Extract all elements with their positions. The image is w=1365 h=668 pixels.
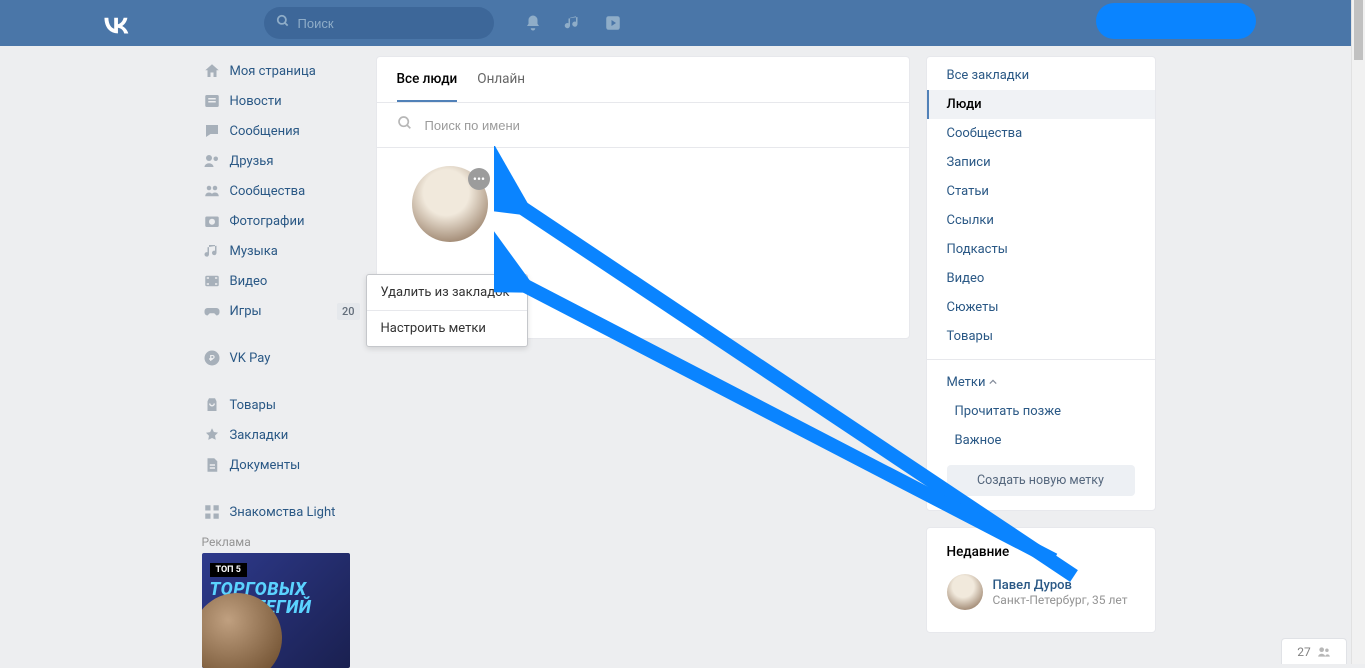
category-item[interactable]: Сообщества [927, 119, 1155, 148]
nav-badge: 20 [337, 303, 360, 320]
video-icon [202, 271, 222, 291]
create-new-label-button[interactable]: Создать новую метку [947, 465, 1135, 496]
home-icon [202, 61, 222, 81]
nav-label: Закладки [230, 428, 289, 443]
category-item[interactable]: Подкасты [927, 235, 1155, 264]
recent-item[interactable]: Павел ДуровСанкт-Петербург, 35 лет [927, 566, 1155, 618]
tab-online[interactable]: Онлайн [477, 57, 525, 102]
chevron-up-icon [989, 375, 997, 390]
category-item[interactable]: Ссылки [927, 206, 1155, 235]
nav-friends[interactable]: Друзья [196, 146, 360, 176]
configure-labels[interactable]: Настроить метки [367, 310, 527, 346]
nav-label: Фотографии [230, 214, 305, 229]
nav-home[interactable]: Моя страница [196, 56, 360, 86]
recent-panel: Недавние Павел ДуровСанкт-Петербург, 35 … [926, 527, 1156, 633]
metki-header[interactable]: Метки [927, 368, 1155, 397]
nav-label: Друзья [230, 154, 274, 169]
bell-icon[interactable] [524, 14, 542, 32]
category-item[interactable]: Все закладки [927, 61, 1155, 90]
scrollbar-thumb[interactable] [1354, 0, 1363, 60]
nav-music[interactable]: Музыка [196, 236, 360, 266]
search-icon [276, 14, 290, 32]
nav-label: Сообщения [230, 124, 300, 139]
category-item[interactable]: Сюжеты [927, 293, 1155, 322]
category-item[interactable]: Товары [927, 322, 1155, 351]
nav-games[interactable]: Игры 20 [196, 296, 360, 326]
nav-shop[interactable]: Товары [196, 390, 360, 420]
vk-logo[interactable] [98, 12, 134, 34]
nav-vkpay[interactable]: ₽ VK Pay [196, 343, 360, 373]
top-icons [524, 14, 622, 32]
nav-label: Документы [230, 458, 301, 473]
dating-icon [202, 502, 222, 522]
games-icon [202, 301, 222, 321]
play-icon[interactable] [604, 14, 622, 32]
shop-icon [202, 395, 222, 415]
person-name[interactable]: Павел Дуров [411, 254, 491, 269]
groups-icon [202, 181, 222, 201]
top-header [0, 0, 1351, 46]
nav-label: Новости [230, 94, 282, 109]
avatar [947, 574, 983, 610]
nav-label: Моя страница [230, 64, 316, 79]
photo-icon [202, 211, 222, 231]
scrollbar[interactable] [1351, 0, 1365, 664]
bookmark-person[interactable]: ••• Павел Дуров [411, 166, 491, 269]
friends-icon [202, 151, 222, 171]
left-nav: Моя страница Новости Сообщения Друзья Сообще… [196, 56, 360, 668]
global-search[interactable] [264, 7, 494, 39]
docs-icon [202, 455, 222, 475]
recent-name: Павел Дуров [993, 578, 1128, 593]
nav-label: Товары [230, 398, 276, 413]
music-icon[interactable] [564, 14, 582, 32]
recent-sub: Санкт-Петербург, 35 лет [993, 593, 1128, 607]
people-icon [1317, 645, 1331, 659]
tabs-row: Все люди Онлайн [377, 57, 909, 103]
bookmark-icon [202, 425, 222, 445]
global-search-input[interactable] [298, 16, 482, 31]
category-item[interactable]: Записи [927, 148, 1155, 177]
nav-label: Видео [230, 274, 268, 289]
news-icon [202, 91, 222, 111]
nav-label: Сообщества [230, 184, 306, 199]
music-icon [202, 241, 222, 261]
nav-label: Музыка [230, 244, 278, 259]
nav-label: VK Pay [230, 351, 271, 366]
ads-label: Реклама [202, 535, 360, 549]
nav-dating[interactable]: Знакомства Light [196, 497, 360, 527]
chat-dock[interactable]: 27 [1281, 638, 1347, 664]
nav-bookmark[interactable]: Закладки [196, 420, 360, 450]
search-icon [397, 115, 413, 135]
svg-text:₽: ₽ [209, 354, 215, 364]
context-menu: Удалить из закладок Настроить метки [366, 274, 528, 347]
nav-label: Знакомства Light [230, 505, 336, 520]
ads-banner[interactable]: ТОП 5 ТОРГОВЫХ СТРАТЕГИЙ [202, 553, 350, 668]
remove-from-bookmarks[interactable]: Удалить из закладок [367, 275, 527, 310]
name-search-input[interactable] [425, 118, 889, 133]
profile-area-redacted [1096, 3, 1256, 39]
right-column: Все закладкиЛюдиСообществаЗаписиСтатьиСс… [926, 56, 1156, 633]
nav-photo[interactable]: Фотографии [196, 206, 360, 236]
nav-docs[interactable]: Документы [196, 450, 360, 480]
nav-label: Игры [230, 304, 262, 319]
vkpay-icon: ₽ [202, 348, 222, 368]
tab-all-people[interactable]: Все люди [397, 57, 458, 102]
nav-news[interactable]: Новости [196, 86, 360, 116]
name-search-row [377, 103, 909, 148]
metki-item[interactable]: Важное [927, 426, 1155, 455]
category-item[interactable]: Статьи [927, 177, 1155, 206]
nav-msg[interactable]: Сообщения [196, 116, 360, 146]
category-item[interactable]: Видео [927, 264, 1155, 293]
metki-item[interactable]: Прочитать позже [927, 397, 1155, 426]
recent-header: Недавние [927, 532, 1155, 566]
category-item[interactable]: Люди [927, 90, 1155, 119]
msg-icon [202, 121, 222, 141]
nav-groups[interactable]: Сообщества [196, 176, 360, 206]
more-dots-icon[interactable]: ••• [468, 168, 490, 190]
nav-video[interactable]: Видео [196, 266, 360, 296]
categories-panel: Все закладкиЛюдиСообществаЗаписиСтатьиСс… [926, 56, 1156, 511]
